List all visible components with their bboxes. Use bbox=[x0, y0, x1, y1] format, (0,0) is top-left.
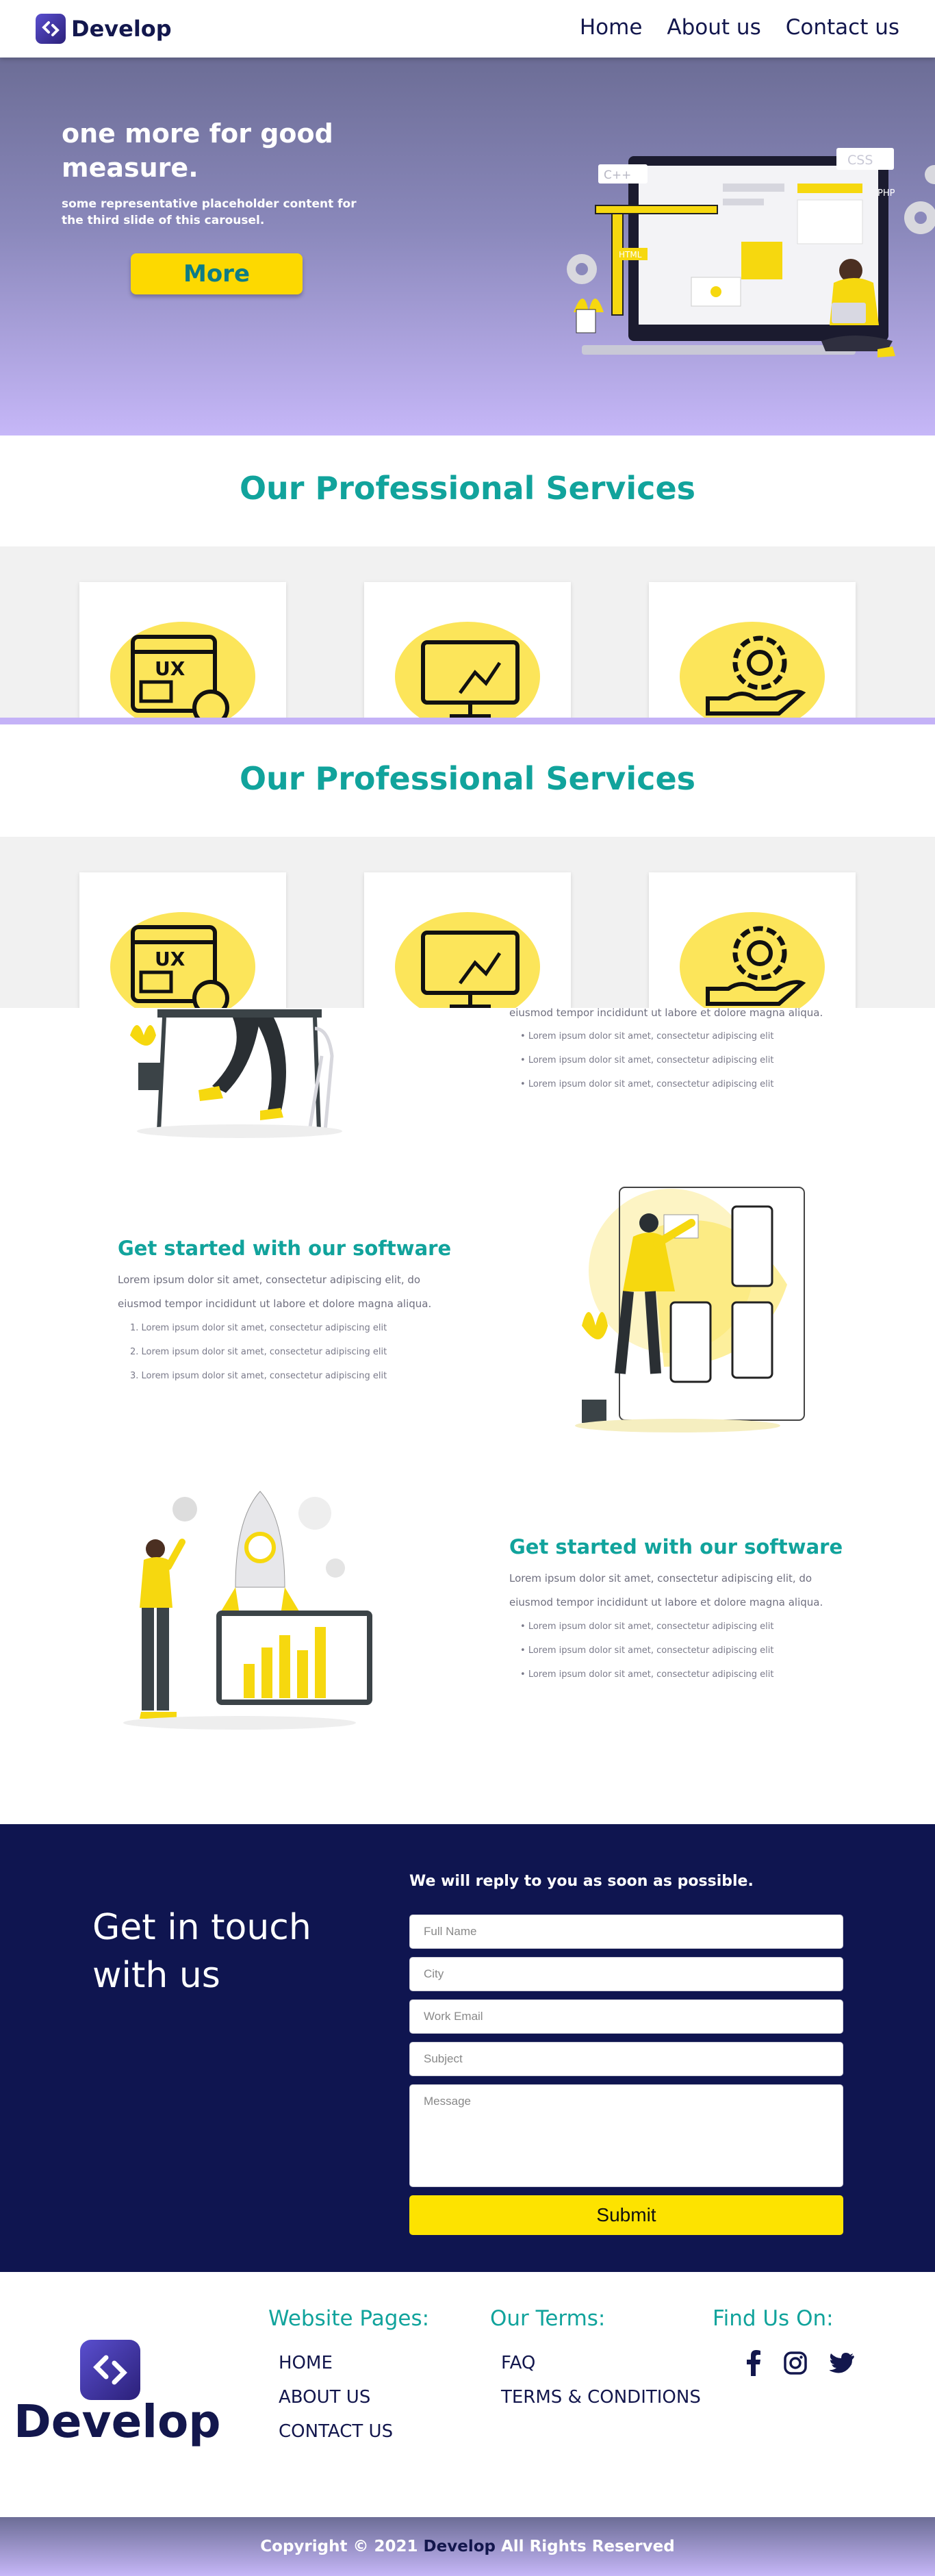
feature3-item-2-text: Lorem ipsum dolor sit amet, consectetur … bbox=[528, 1645, 774, 1656]
feature1-item-3: • Lorem ipsum dolor sit amet, consectetu… bbox=[520, 1079, 774, 1089]
brand-logo-icon bbox=[36, 14, 66, 44]
page: Develop Home About us Contact us one mor… bbox=[0, 0, 935, 2576]
ux-label-repeat: UX bbox=[155, 948, 185, 970]
footer-link-about[interactable]: ABOUT US bbox=[279, 2387, 370, 2408]
rocket-illustration bbox=[123, 1491, 372, 1730]
desk-illustration bbox=[130, 1009, 342, 1138]
feature3-heading: Get started with our software bbox=[509, 1535, 843, 1558]
settings-hand-icon bbox=[706, 635, 806, 716]
brand[interactable]: Develop bbox=[36, 12, 172, 45]
service-card-web-repeat[interactable] bbox=[364, 872, 571, 1009]
footer-social-heading: Find Us On: bbox=[713, 2306, 834, 2331]
hero-more-button[interactable]: More bbox=[131, 253, 303, 294]
twitter-icon[interactable] bbox=[830, 2353, 854, 2373]
app-design-illustration bbox=[575, 1187, 805, 1432]
feature2-item-2: 2. Lorem ipsum dolor sit amet, consectet… bbox=[130, 1347, 387, 1357]
ux-design-icon: UX bbox=[131, 635, 229, 719]
feature1-item-1-text: Lorem ipsum dolor sit amet, consectetur … bbox=[528, 1031, 774, 1041]
service-card-settings[interactable] bbox=[649, 582, 856, 719]
settings-hand-icon bbox=[706, 926, 806, 1006]
feature3-item-3: • Lorem ipsum dolor sit amet, consectetu… bbox=[520, 1669, 774, 1680]
contact-heading: Get in touch with us bbox=[92, 1907, 311, 1996]
html-label: HTML bbox=[619, 250, 642, 260]
feature1-item-1: • Lorem ipsum dolor sit amet, consectetu… bbox=[520, 1031, 774, 1041]
feature1-item-3-text: Lorem ipsum dolor sit amet, consectetur … bbox=[528, 1079, 774, 1089]
hero-title: one more for good measure. bbox=[62, 118, 333, 183]
feature2-paragraph-line1: Lorem ipsum dolor sit amet, consectetur … bbox=[118, 1274, 421, 1286]
footer-logo-icon[interactable] bbox=[80, 2340, 140, 2400]
feature2-item-3: 3. Lorem ipsum dolor sit amet, consectet… bbox=[130, 1371, 387, 1381]
feature1-paragraph-clipped: eiusmod tempor incididunt ut labore et d… bbox=[509, 1007, 823, 1019]
nav-link-home[interactable]: Home bbox=[580, 15, 643, 40]
feature2-paragraph-line2: eiusmod tempor incididunt ut labore et d… bbox=[118, 1298, 432, 1310]
services-title: Our Professional Services bbox=[239, 470, 696, 507]
feature3-paragraph-line2: eiusmod tempor incididunt ut labore et d… bbox=[509, 1596, 823, 1608]
footer-pages-heading: Website Pages: bbox=[268, 2306, 430, 2331]
footer-terms-heading: Our Terms: bbox=[490, 2306, 606, 2331]
message-textarea[interactable]: Message bbox=[409, 2084, 843, 2187]
footer-link-terms[interactable]: TERMS & CONDITIONS bbox=[501, 2387, 701, 2408]
copyright-bar: Copyright © 2021 Develop All Rights Rese… bbox=[0, 2517, 935, 2576]
css-label: CSS bbox=[847, 153, 873, 168]
full-name-input[interactable]: Full Name bbox=[409, 1915, 843, 1949]
web-design-icon bbox=[421, 931, 520, 1009]
nav-link-contact[interactable]: Contact us bbox=[786, 15, 899, 40]
hero-subtitle: some representative placeholder content … bbox=[62, 197, 357, 227]
nav-link-about[interactable]: About us bbox=[667, 15, 760, 40]
copyright-suffix: All Rights Reserved bbox=[501, 2538, 675, 2555]
service-card-ux[interactable]: UX bbox=[79, 582, 286, 719]
service-card-web[interactable] bbox=[364, 582, 571, 719]
ux-label: UX bbox=[155, 657, 185, 680]
submit-button[interactable]: Submit bbox=[409, 2195, 843, 2235]
instagram-icon[interactable] bbox=[783, 2351, 808, 2375]
feature2-item-1: 1. Lorem ipsum dolor sit amet, consectet… bbox=[130, 1323, 387, 1333]
ux-design-icon: UX bbox=[131, 925, 229, 1009]
feature1-item-2: • Lorem ipsum dolor sit amet, consectetu… bbox=[520, 1055, 774, 1065]
section-divider bbox=[0, 718, 935, 724]
navbar: Develop Home About us Contact us bbox=[0, 0, 935, 58]
facebook-icon[interactable] bbox=[746, 2350, 761, 2376]
subject-input[interactable]: Subject bbox=[409, 2042, 843, 2076]
footer-brand: Develop bbox=[14, 2395, 221, 2448]
feature3-item-3-text: Lorem ipsum dolor sit amet, consectetur … bbox=[528, 1669, 774, 1680]
footer-link-faq[interactable]: FAQ bbox=[501, 2353, 535, 2373]
php-label: PHP bbox=[878, 188, 895, 199]
nav-links: Home About us Contact us bbox=[580, 15, 899, 40]
feature3-item-1: • Lorem ipsum dolor sit amet, consectetu… bbox=[520, 1621, 774, 1632]
hero-illustration: C++ CSS PHP HTML bbox=[567, 148, 935, 357]
brand-name: Develop bbox=[71, 16, 172, 42]
feature2-heading: Get started with our software bbox=[118, 1237, 452, 1260]
copyright-prefix: Copyright © 2021 bbox=[260, 2538, 418, 2555]
service-card-settings-repeat[interactable] bbox=[649, 872, 856, 1009]
cpp-label: C++ bbox=[604, 168, 631, 182]
copyright-brand[interactable]: Develop bbox=[424, 2538, 496, 2555]
service-card-ux-repeat[interactable]: UX bbox=[79, 872, 286, 1009]
contact-note: We will reply to you as soon as possible… bbox=[409, 1873, 754, 1890]
feature3-paragraph-line1: Lorem ipsum dolor sit amet, consectetur … bbox=[509, 1572, 812, 1584]
services-title-repeat: Our Professional Services bbox=[239, 760, 696, 797]
work-email-input[interactable]: Work Email bbox=[409, 1999, 843, 2034]
footer-link-home[interactable]: HOME bbox=[279, 2353, 333, 2373]
city-input[interactable]: City bbox=[409, 1957, 843, 1991]
footer-link-contact[interactable]: CONTACT US bbox=[279, 2421, 393, 2442]
feature1-item-2-text: Lorem ipsum dolor sit amet, consectetur … bbox=[528, 1055, 774, 1065]
feature3-item-1-text: Lorem ipsum dolor sit amet, consectetur … bbox=[528, 1621, 774, 1632]
feature3-item-2: • Lorem ipsum dolor sit amet, consectetu… bbox=[520, 1645, 774, 1656]
web-design-icon bbox=[421, 640, 520, 718]
